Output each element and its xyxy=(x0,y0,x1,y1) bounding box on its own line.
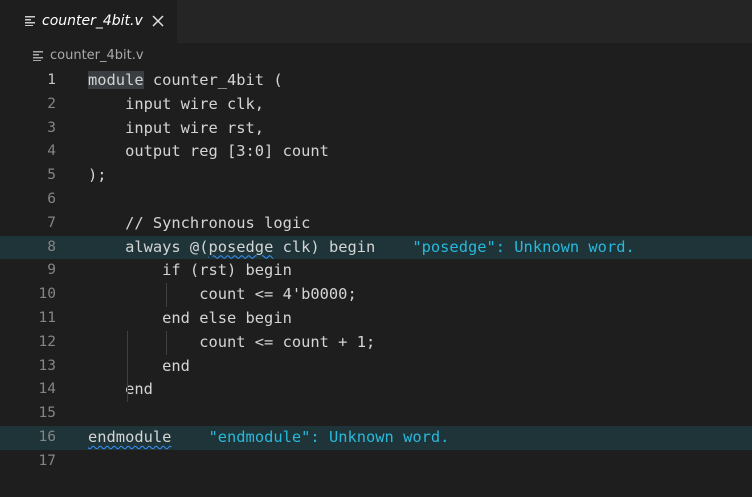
code-segment: clk) begin xyxy=(273,237,376,256)
line-number: 2 xyxy=(47,95,56,112)
code-text[interactable]: count <= 4'b0000; xyxy=(88,283,357,307)
editor-tab[interactable]: counter_4bit.v xyxy=(0,0,178,43)
code-text[interactable]: end xyxy=(88,378,153,402)
code-line[interactable]: 3 input wire rst, xyxy=(0,117,752,141)
tab-title: counter_4bit.v xyxy=(42,13,143,29)
code-text[interactable]: end xyxy=(88,355,190,379)
line-number: 17 xyxy=(38,452,56,469)
file-lines-icon xyxy=(25,16,35,26)
indent-guide xyxy=(166,331,167,355)
code-line[interactable]: 14 end xyxy=(0,378,752,402)
inline-diagnostic: "endmodule": Unknown word. xyxy=(208,428,450,446)
line-number: 3 xyxy=(47,119,56,136)
code-line[interactable]: 7 // Synchronous logic xyxy=(0,212,752,236)
code-line[interactable]: 8 always @(posedge clk) begin "posedge":… xyxy=(0,235,752,260)
code-segment: counter_4bit ( xyxy=(143,71,283,89)
code-text[interactable]: ); xyxy=(88,164,107,188)
line-number: 5 xyxy=(47,167,56,184)
code-text[interactable]: count <= count + 1; xyxy=(88,331,375,355)
code-line[interactable]: 6 xyxy=(0,188,752,212)
line-number: 16 xyxy=(38,429,56,445)
code-text[interactable]: end else begin xyxy=(88,307,292,331)
file-lines-icon xyxy=(33,51,43,61)
code-text[interactable]: input wire rst, xyxy=(88,117,264,141)
editor-text-area[interactable]: 17 16 endmodule "endmodule": Unknown word.… xyxy=(0,69,752,497)
code-line[interactable]: 15 xyxy=(0,402,752,426)
diagnostic-gap xyxy=(171,428,208,446)
code-text[interactable]: if (rst) begin xyxy=(88,259,292,283)
code-segment: always @( xyxy=(88,237,209,256)
code-line[interactable]: 13 end xyxy=(0,355,752,379)
code-line[interactable]: 2 input wire clk, xyxy=(0,93,752,117)
line-number: 1 xyxy=(47,72,56,88)
spelling-error-word[interactable]: endmodule xyxy=(88,428,171,446)
code-line[interactable]: 10 count <= 4'b0000; xyxy=(0,283,752,307)
line-number: 15 xyxy=(38,405,56,422)
close-icon[interactable] xyxy=(151,14,165,28)
code-line[interactable]: 4 output reg [3:0] count xyxy=(0,140,752,164)
code-line[interactable]: 12 count <= count + 1; xyxy=(0,331,752,355)
line-number: 6 xyxy=(47,191,56,207)
line-number: 12 xyxy=(38,333,56,350)
spelling-error-word[interactable]: posedge xyxy=(208,238,273,256)
code-line[interactable]: 9 if (rst) begin xyxy=(0,259,752,283)
code-line[interactable]: 11 end else begin xyxy=(0,307,752,331)
line-number: 7 xyxy=(47,214,56,231)
line-number: 10 xyxy=(38,286,56,303)
tab-bar: counter_4bit.v xyxy=(0,0,752,43)
line-number: 13 xyxy=(38,357,56,374)
indent-guide xyxy=(166,283,167,307)
code-text[interactable]: module counter_4bit ( xyxy=(88,69,283,93)
inline-diagnostic: "posedge": Unknown word. xyxy=(412,237,635,256)
line-number: 9 xyxy=(47,262,56,279)
diagnostic-gap xyxy=(375,238,412,256)
breadcrumb: counter_4bit.v xyxy=(0,43,752,69)
code-text[interactable]: always @(posedge clk) begin "posedge": U… xyxy=(88,236,635,260)
word-highlight: module xyxy=(88,71,144,89)
line-number: 11 xyxy=(38,310,56,326)
code-line[interactable]: 5); xyxy=(0,164,752,188)
code-line[interactable]: 16 endmodule "endmodule": Unknown word. xyxy=(0,426,752,450)
line-number: 8 xyxy=(47,238,56,255)
code-text[interactable]: endmodule "endmodule": Unknown word. xyxy=(88,426,449,450)
code-text[interactable]: output reg [3:0] count xyxy=(88,140,329,164)
code-text[interactable]: input wire clk, xyxy=(88,93,264,117)
code-text[interactable]: // Synchronous logic xyxy=(88,212,310,236)
indent-guide xyxy=(127,331,128,402)
code-line[interactable]: 17 xyxy=(0,450,752,474)
code-line[interactable]: 1 module counter_4bit ( xyxy=(0,69,752,93)
code-editor-window: counter_4bit.v counter_4bit.v 17 16 endmod… xyxy=(0,0,752,497)
line-number: 4 xyxy=(47,143,56,160)
line-number: 14 xyxy=(38,381,56,398)
breadcrumb-file[interactable]: counter_4bit.v xyxy=(50,47,144,65)
